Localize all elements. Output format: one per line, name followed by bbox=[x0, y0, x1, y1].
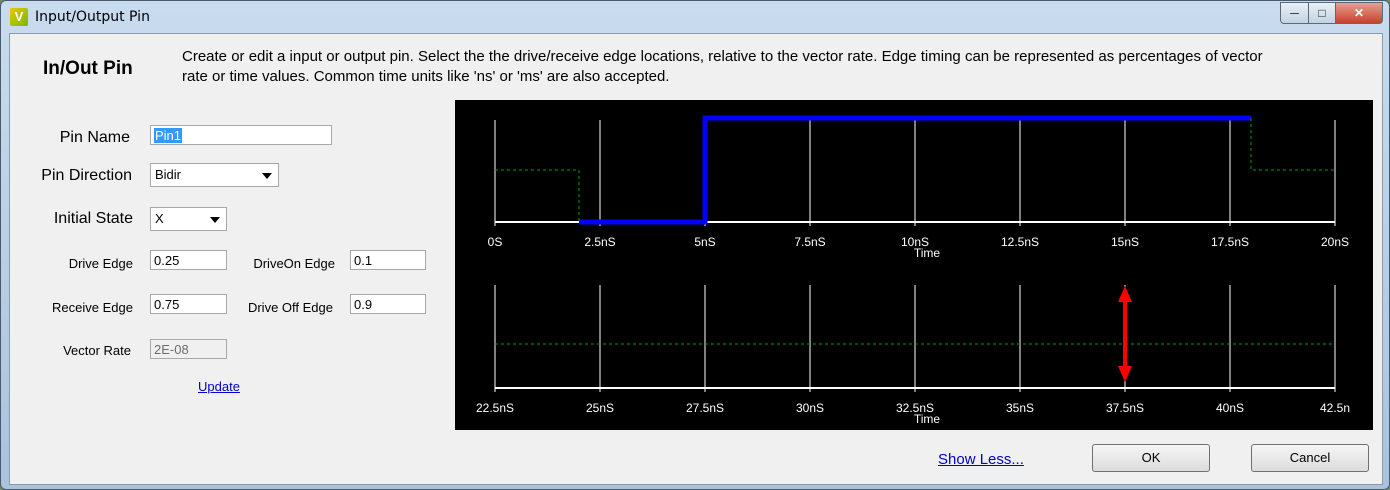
vector-rate-input: 2E-08 bbox=[150, 339, 227, 359]
chevron-down-icon bbox=[262, 173, 272, 179]
state-waveform-line bbox=[495, 169, 580, 222]
minimize-button[interactable]: ─ bbox=[1280, 2, 1309, 24]
receive-edge-label: Receive Edge bbox=[52, 300, 133, 315]
arrow-up-icon bbox=[1118, 286, 1132, 302]
pin-direction-select[interactable]: Bidir bbox=[150, 163, 279, 187]
x-tick-label: 12.5nS bbox=[1001, 235, 1039, 249]
close-button[interactable]: ✕ bbox=[1336, 2, 1383, 24]
driveoff-edge-input[interactable]: 0.9 bbox=[350, 294, 426, 314]
maximize-button[interactable]: □ bbox=[1309, 2, 1336, 24]
receive-edge-input[interactable]: 0.75 bbox=[150, 294, 227, 314]
vector-rate-label: Vector Rate bbox=[63, 343, 131, 358]
pin-name-label: Pin Name bbox=[59, 129, 130, 146]
x-tick-label: 0S bbox=[488, 235, 503, 249]
x-tick-label: 37.5nS bbox=[1106, 401, 1144, 415]
window-title: Input/Output Pin bbox=[35, 9, 150, 25]
ok-button[interactable]: OK bbox=[1092, 444, 1210, 472]
timing-chart-svg: 0S 2.5nS 5nS 7.5nS 10nS 12.5nS 15nS 17.5nS 20nST… bbox=[476, 115, 1350, 426]
driveon-edge-input[interactable]: 0.1 bbox=[350, 250, 426, 270]
title-bar[interactable]: V Input/Output Pin ─ □ ✕ bbox=[1, 1, 1389, 33]
driveon-edge-label: DriveOn Edge bbox=[253, 256, 335, 271]
driveoff-edge-label: Drive Off Edge bbox=[247, 300, 333, 315]
x-axis-label: Time bbox=[914, 412, 941, 426]
drive-edge-label: Drive Edge bbox=[68, 256, 133, 271]
state-waveform-line bbox=[1250, 118, 1335, 171]
update-link[interactable]: Update bbox=[198, 379, 240, 394]
show-less-link[interactable]: Show Less... bbox=[938, 451, 1024, 468]
initial-state-select[interactable]: X bbox=[150, 207, 227, 231]
dialog-window: V Input/Output Pin ─ □ ✕ In/Out Pin Crea… bbox=[0, 0, 1390, 490]
x-tick-label: 25nS bbox=[586, 401, 614, 415]
x-tick-label: 7.5nS bbox=[794, 235, 825, 249]
x-tick-label: 30nS bbox=[796, 401, 824, 415]
drive-edge-input[interactable]: 0.25 bbox=[150, 250, 227, 270]
chevron-down-icon bbox=[210, 217, 220, 223]
x-tick-label: 42.5n bbox=[1320, 401, 1350, 415]
x-tick-label: 35nS bbox=[1006, 401, 1034, 415]
x-tick-label: 20nS bbox=[1321, 235, 1349, 249]
x-tick-label: 22.5nS bbox=[476, 401, 514, 415]
dialog-body: In/Out Pin Create or edit a input or out… bbox=[9, 33, 1383, 485]
pin-direction-label: Pin Direction bbox=[41, 167, 132, 184]
pin-name-input[interactable]: Pin1 bbox=[150, 125, 332, 145]
x-tick-label: 15nS bbox=[1111, 235, 1139, 249]
close-icon: ✕ bbox=[1353, 6, 1365, 20]
initial-state-label: Initial State bbox=[53, 210, 133, 227]
x-tick-label: 40nS bbox=[1216, 401, 1244, 415]
page-title: In/Out Pin bbox=[43, 58, 133, 79]
x-axis-label: Time bbox=[914, 246, 941, 260]
app-logo-icon: V bbox=[10, 8, 28, 26]
cancel-button[interactable]: Cancel bbox=[1251, 444, 1369, 472]
maximize-icon: □ bbox=[1318, 6, 1326, 20]
x-tick-label: 17.5nS bbox=[1211, 235, 1249, 249]
description-text: Create or edit a input or output pin. Se… bbox=[182, 48, 1263, 85]
x-tick-label: 2.5nS bbox=[584, 235, 615, 249]
x-tick-label: 27.5nS bbox=[686, 401, 724, 415]
timing-chart: 0S 2.5nS 5nS 7.5nS 10nS 12.5nS 15nS 17.5nS 20nS T… bbox=[455, 100, 1373, 430]
x-tick-label: 5nS bbox=[694, 235, 715, 249]
minimize-icon: ─ bbox=[1290, 6, 1299, 20]
arrow-down-icon bbox=[1118, 366, 1132, 382]
